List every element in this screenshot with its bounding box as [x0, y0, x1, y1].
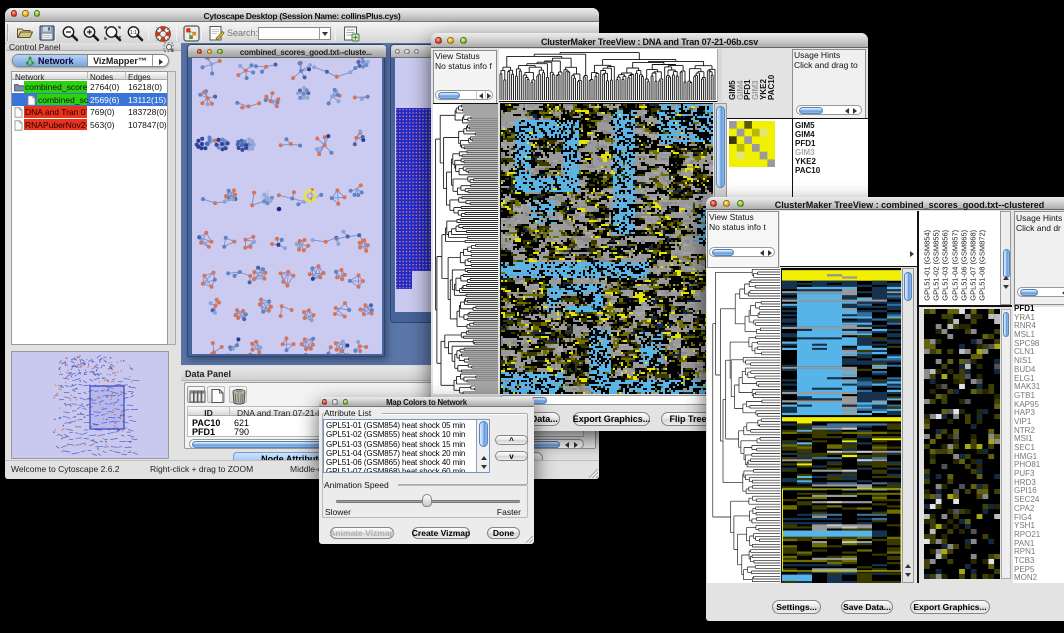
svg-text:1:1: 1:1 [130, 30, 137, 36]
